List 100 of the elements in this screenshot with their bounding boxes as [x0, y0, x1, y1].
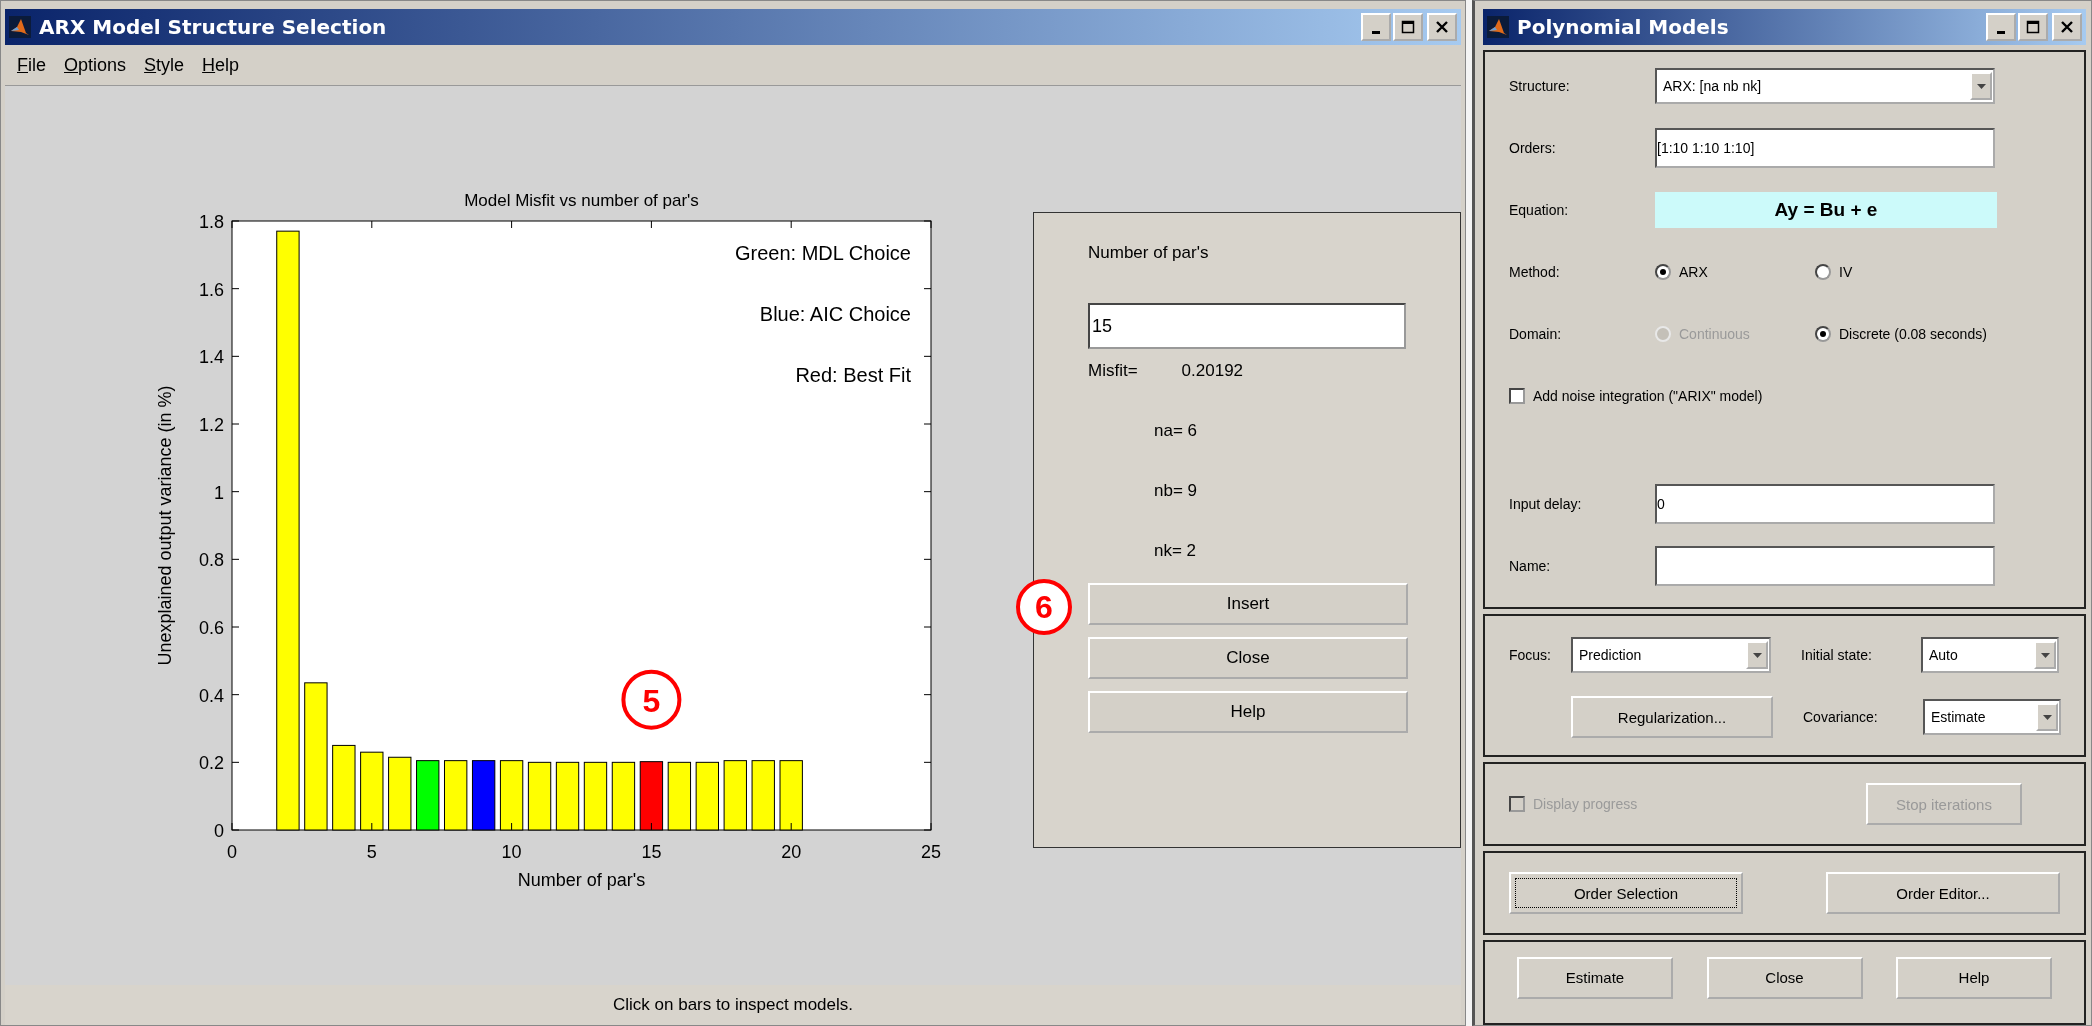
legend-text: Red: Best Fit [795, 364, 911, 386]
legend-text: Green: MDL Choice [735, 242, 911, 264]
legend-text: Blue: AIC Choice [759, 303, 911, 325]
maximize-button[interactable] [1393, 13, 1423, 41]
action-button[interactable]: Close [1706, 956, 1863, 999]
caret-icon [2042, 714, 2052, 720]
bar[interactable] [388, 756, 412, 831]
y-tick-label: 0 [214, 821, 224, 841]
field-label: Initial state: [1801, 647, 1873, 663]
menu-item[interactable]: Help [202, 54, 240, 76]
bar[interactable] [304, 682, 328, 831]
peak-icon [9, 16, 31, 38]
field-label: Covariance: [1803, 709, 1879, 725]
x-tick-label: 20 [781, 842, 802, 862]
maximize-button[interactable] [2018, 13, 2048, 41]
minimize-icon [1372, 30, 1380, 34]
chart-title: Model Misfit vs number of par's [464, 191, 699, 210]
close-button[interactable] [1427, 13, 1457, 41]
x-tick-label: 5 [366, 842, 377, 862]
field-label: Orders: [1509, 140, 1557, 156]
field-label: Input delay: [1509, 496, 1583, 512]
minimize-button[interactable] [1986, 13, 2016, 41]
bar[interactable] [583, 761, 608, 831]
field-label: Domain: [1509, 326, 1563, 342]
y-tick-label: 0.8 [198, 550, 224, 571]
bar[interactable] [611, 761, 636, 831]
focus-dropdown[interactable]: Prediction [1571, 637, 1771, 673]
menu-item[interactable]: Options [64, 54, 127, 76]
y-tick-label: 1 [214, 482, 224, 503]
caret-icon [2040, 652, 2050, 658]
menu-item[interactable]: Style [144, 54, 185, 76]
misfit-label: Misfit= [1088, 361, 1138, 381]
window-title: ARX Model Structure Selection [39, 15, 388, 39]
bar[interactable] [471, 760, 496, 831]
bar[interactable] [779, 760, 803, 831]
order-button[interactable]: Order Editor... [1826, 872, 2060, 914]
field-label: Focus: [1509, 647, 1552, 663]
x-tick-label: 25 [921, 842, 941, 862]
bar[interactable] [555, 761, 580, 831]
input-field[interactable]: 0 [1655, 484, 1995, 524]
y-axis-label: Unexplained output variance (in %) [155, 385, 175, 666]
input-field[interactable] [1655, 546, 1995, 586]
checkbox[interactable] [1509, 388, 1525, 404]
panel-heading: Number of par's [1088, 243, 1209, 263]
bar[interactable] [360, 751, 384, 831]
radio-option[interactable]: IV [1815, 264, 1975, 280]
y-tick-label: 1.4 [198, 347, 224, 368]
panel-button[interactable]: Close [1088, 637, 1408, 679]
bar[interactable] [444, 760, 468, 831]
bar[interactable] [667, 761, 692, 831]
radio-button[interactable] [1655, 264, 1671, 280]
order-value: nb= 9 [1154, 481, 1197, 501]
bar[interactable] [416, 760, 440, 831]
bar[interactable] [276, 230, 300, 831]
bar[interactable] [639, 761, 664, 831]
callout-marker: 5 [621, 669, 682, 730]
bar[interactable] [695, 761, 719, 831]
bar[interactable] [751, 760, 775, 831]
initial-state-dropdown[interactable]: Auto [1921, 637, 2059, 673]
order-value: nk= 2 [1154, 541, 1197, 561]
caret-icon [1976, 83, 1986, 89]
bar[interactable] [332, 744, 356, 831]
bar[interactable] [499, 760, 524, 831]
peak-icon [1487, 16, 1509, 38]
radio-button[interactable] [1815, 264, 1831, 280]
menu-item[interactable]: File [17, 54, 46, 76]
y-tick-label: 1.6 [198, 279, 224, 300]
close-button[interactable] [2052, 13, 2082, 41]
regularization-button[interactable]: Regularization... [1571, 696, 1773, 738]
action-button[interactable]: Estimate [1517, 956, 1673, 999]
x-tick-label: 15 [641, 842, 662, 862]
order-button[interactable]: Order Selection [1509, 872, 1743, 914]
panel-button[interactable]: Insert [1088, 583, 1408, 625]
bar[interactable] [527, 761, 552, 831]
y-tick-label: 1.8 [198, 212, 224, 232]
close-icon [1435, 20, 1449, 34]
radio-option[interactable]: ARX [1655, 264, 1815, 280]
minimize-icon [1997, 30, 2005, 34]
radio-label: IV [1839, 264, 1853, 280]
x-tick-label: 0 [227, 842, 237, 862]
structure-dropdown[interactable]: ARX: [na nb nk] [1655, 68, 1995, 104]
radio-button[interactable] [1815, 326, 1831, 342]
x-tick-label: 10 [501, 842, 522, 862]
radio-label: Continuous [1679, 326, 1750, 342]
input-field[interactable]: 15 [1088, 303, 1406, 349]
maximize-icon [1401, 20, 1415, 34]
y-tick-label: 0.2 [198, 753, 224, 774]
bar[interactable] [723, 760, 747, 831]
panel-button[interactable]: Help [1088, 691, 1408, 733]
window-title: Polynomial Models [1517, 15, 1730, 39]
maximize-icon [2026, 20, 2040, 34]
input-field[interactable]: [1:10 1:10 1:10] [1655, 128, 1995, 168]
callout-marker: 6 [1016, 579, 1072, 635]
field-label: Structure: [1509, 78, 1571, 94]
order-value: na= 6 [1154, 421, 1197, 441]
y-tick-label: 0.6 [198, 618, 224, 638]
covariance-dropdown[interactable]: Estimate [1923, 699, 2061, 735]
minimize-button[interactable] [1361, 13, 1391, 41]
action-button[interactable]: Help [1896, 956, 2052, 999]
radio-label: ARX [1679, 264, 1708, 280]
